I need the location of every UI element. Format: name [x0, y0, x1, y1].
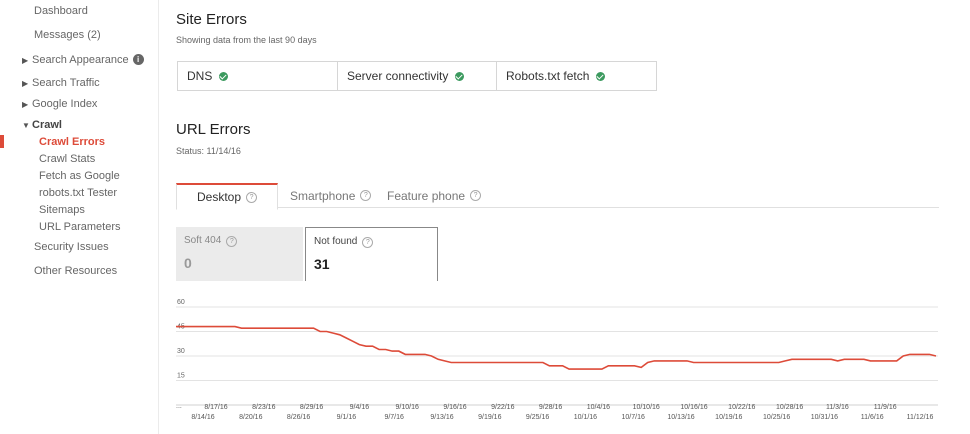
help-icon[interactable]: ? — [362, 237, 374, 248]
help-icon[interactable]: ? — [360, 190, 372, 201]
y-tick-label: 60 — [177, 299, 185, 306]
x-tick-label: 11/12/16 — [907, 414, 934, 421]
x-tick-label: 11/6/16 — [861, 414, 884, 421]
tab-label: Feature phone — [387, 188, 466, 203]
metric-box-edge — [437, 270, 438, 281]
sidebar-item-other-resources[interactable]: Other Resources — [34, 265, 117, 277]
url-errors-status: Status: 11/14/16 — [176, 146, 241, 156]
sidebar-item-label: Search Appearance — [32, 54, 129, 66]
x-tick-label: 10/28/16 — [776, 404, 803, 411]
tab-feature-phone[interactable]: Feature phone? — [387, 183, 482, 208]
check-icon — [455, 71, 465, 81]
sidebar-item-google-index[interactable]: ▶ Google Index — [22, 98, 97, 110]
x-tick-label: 10/31/16 — [811, 414, 838, 421]
x-tick-label: 10/4/16 — [587, 404, 610, 411]
dns-label: DNS — [187, 69, 213, 83]
x-tick-label: 11/9/16 — [874, 404, 897, 411]
url-errors-chart: 15304560... 8/17/16 8/23/16 8/29/16 9/4/16 9/… — [176, 299, 938, 421]
sidebar-item-search-appearance[interactable]: ▶ Search Appearance i — [22, 54, 144, 66]
caret-down-icon: ▼ — [22, 121, 30, 130]
y-tick-label: 30 — [177, 348, 185, 355]
server-connectivity-label: Server connectivity — [347, 69, 449, 83]
metric-label: Not found? — [314, 236, 374, 248]
y-tick-label: 15 — [177, 373, 185, 380]
x-tick-label: 10/10/16 — [633, 404, 660, 411]
x-tick-label: 8/17/16 — [204, 404, 227, 411]
x-tick-label: 9/1/16 — [337, 414, 357, 421]
sidebar-item-crawl[interactable]: ▼ Crawl — [22, 119, 62, 131]
x-tick-ellipsis: ... — [176, 403, 182, 410]
sidebar-item-label: Crawl — [32, 119, 62, 131]
sidebar-item-fetch-as-google[interactable]: Fetch as Google — [39, 170, 120, 182]
tab-label: Smartphone — [290, 188, 356, 203]
site-errors-subtitle: Showing data from the last 90 days — [176, 35, 317, 45]
caret-right-icon: ▶ — [22, 79, 29, 88]
series-line — [176, 325, 937, 370]
x-tick-label: 8/29/16 — [300, 404, 323, 411]
check-icon — [596, 71, 606, 81]
caret-right-icon: ▶ — [22, 100, 29, 109]
sidebar-item-crawl-errors[interactable]: Crawl Errors — [39, 136, 105, 148]
x-tick-label: 10/1/16 — [574, 414, 597, 421]
metric-value: 0 — [184, 255, 192, 271]
help-icon[interactable]: ? — [470, 190, 482, 201]
active-indicator — [0, 135, 4, 148]
info-icon[interactable]: i — [132, 54, 144, 65]
x-tick-label: 9/4/16 — [350, 404, 370, 411]
sidebar-item-search-traffic[interactable]: ▶ Search Traffic — [22, 77, 100, 89]
x-tick-label: 9/28/16 — [539, 404, 562, 411]
robots-fetch-cell[interactable]: Robots.txt fetch — [497, 62, 656, 90]
tab-label: Desktop — [196, 190, 242, 204]
x-tick-label: 10/25/16 — [763, 414, 790, 421]
x-tick-label: 8/23/16 — [252, 404, 275, 411]
x-tick-label: 10/19/16 — [715, 414, 742, 421]
x-tick-label: 10/7/16 — [622, 414, 645, 421]
sidebar-item-label: Search Traffic — [32, 77, 100, 89]
robots-fetch-label: Robots.txt fetch — [506, 69, 590, 83]
x-tick-label: 8/26/16 — [287, 414, 310, 421]
metric-label: Soft 404? — [184, 235, 238, 247]
x-tick-label: 11/3/16 — [826, 404, 849, 411]
x-tick-label: 10/16/16 — [680, 404, 707, 411]
metric-value: 31 — [314, 256, 330, 272]
sidebar-item-dashboard[interactable]: Dashboard — [34, 5, 88, 17]
sidebar-item-messages[interactable]: Messages (2) — [34, 29, 101, 41]
server-connectivity-cell[interactable]: Server connectivity — [338, 62, 497, 90]
help-icon[interactable]: ? — [226, 236, 238, 247]
tab-smartphone[interactable]: Smartphone? — [290, 183, 372, 208]
check-icon — [219, 71, 229, 81]
x-tick-label: 8/14/16 — [191, 414, 214, 421]
x-tick-label: 9/13/16 — [430, 414, 453, 421]
x-tick-label: 10/22/16 — [728, 404, 755, 411]
x-tick-label: 8/20/16 — [239, 414, 262, 421]
help-icon[interactable]: ? — [246, 191, 258, 203]
x-tick-label: 9/16/16 — [443, 404, 466, 411]
metric-not-found[interactable]: Not found? 31 — [305, 227, 438, 281]
sidebar-item-security-issues[interactable]: Security Issues — [34, 241, 109, 253]
sidebar-item-url-parameters[interactable]: URL Parameters — [39, 221, 121, 233]
tab-desktop[interactable]: Desktop? — [176, 183, 278, 210]
metric-soft-404[interactable]: Soft 404? 0 — [176, 227, 303, 281]
site-errors-title: Site Errors — [176, 11, 247, 28]
x-tick-label: 9/22/16 — [491, 404, 514, 411]
site-errors-summary: DNS Server connectivity Robots.txt fetch — [177, 61, 657, 91]
sidebar-item-robots-tester[interactable]: robots.txt Tester — [39, 187, 117, 199]
x-tick-label: 9/25/16 — [526, 414, 549, 421]
x-tick-label: 9/7/16 — [384, 414, 404, 421]
url-errors-title: URL Errors — [176, 121, 251, 138]
x-tick-label: 10/13/16 — [667, 414, 694, 421]
dns-cell[interactable]: DNS — [178, 62, 338, 90]
sidebar-item-label: Google Index — [32, 98, 98, 110]
x-tick-label: 9/10/16 — [396, 404, 419, 411]
caret-right-icon: ▶ — [22, 56, 29, 65]
sidebar-item-sitemaps[interactable]: Sitemaps — [39, 204, 85, 216]
x-tick-label: 9/19/16 — [478, 414, 501, 421]
sidebar-item-crawl-stats[interactable]: Crawl Stats — [39, 153, 95, 165]
